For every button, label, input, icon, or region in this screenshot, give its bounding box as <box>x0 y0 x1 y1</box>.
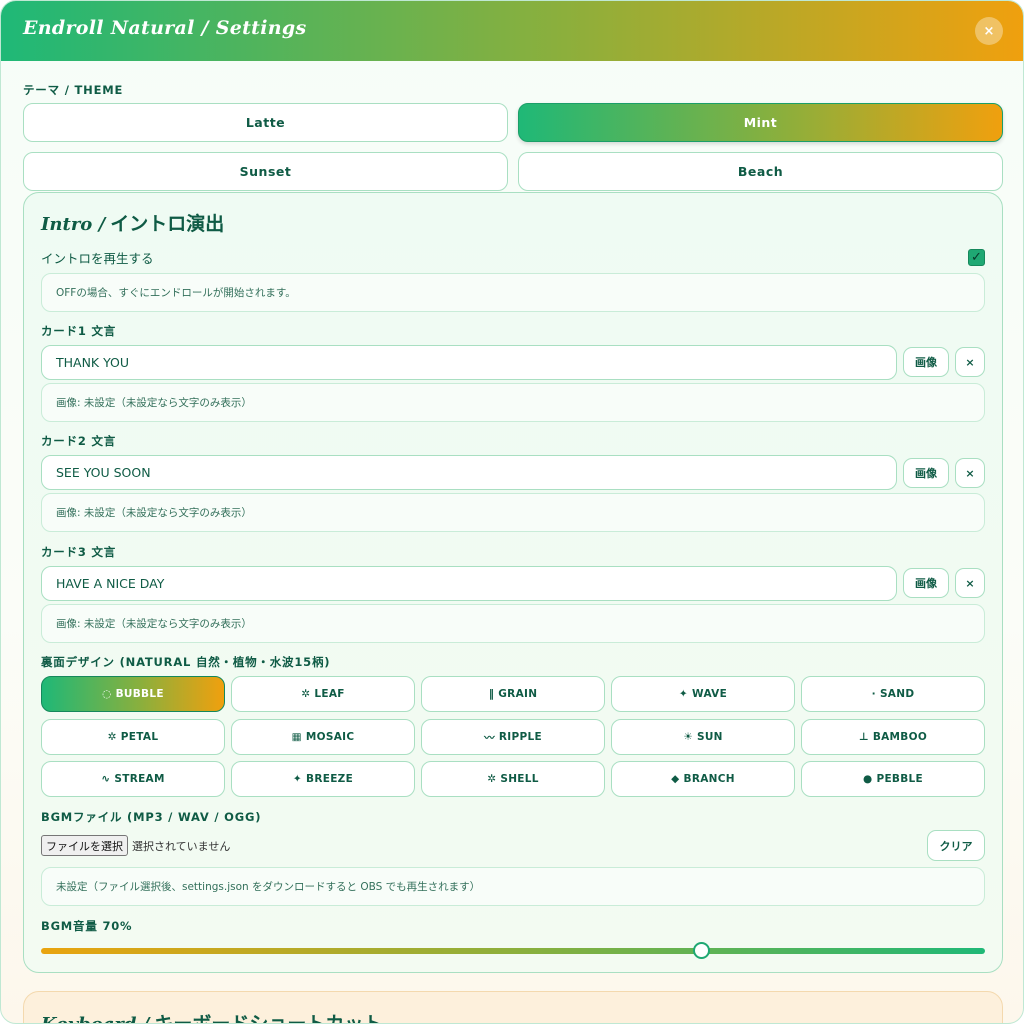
pattern-label: BUBBLE <box>115 688 164 700</box>
pattern-label: SUN <box>696 731 723 743</box>
keyboard-title-jp: キーボードショートカット <box>154 1013 383 1024</box>
close-button[interactable]: × <box>975 17 1003 45</box>
pattern-label: BRANCH <box>683 773 735 785</box>
window-title: Endroll Natural / Settings <box>23 17 307 39</box>
card3-label: カード3 文言 <box>41 545 117 559</box>
pattern-label: LEAF <box>314 688 345 700</box>
intro-title-jp: イントロ演出 <box>110 213 225 235</box>
pattern-label: BAMBOO <box>872 731 928 743</box>
leaf-icon: ✲ <box>301 688 311 700</box>
pattern-button-leaf[interactable]: ✲ LEAF <box>231 676 415 712</box>
pattern-button-grain[interactable]: ‖ GRAIN <box>421 676 605 712</box>
pattern-button-sun[interactable]: ☀ SUN <box>611 719 795 755</box>
pattern-label: STREAM <box>114 773 165 785</box>
pattern-label: RIPPLE <box>498 731 542 743</box>
bamboo-icon: ⊥ <box>858 731 869 743</box>
play-intro-label: イントロを再生する <box>41 251 154 266</box>
pattern-label: WAVE <box>692 688 728 700</box>
petal-icon: ✲ <box>107 731 117 743</box>
card3-clear-button[interactable]: × <box>955 568 985 598</box>
bgm-file-label: BGMファイル (MP3 / WAV / OGG) <box>41 810 262 824</box>
pattern-button-breeze[interactable]: ✦ BREEZE <box>231 761 415 797</box>
bgm-volume-label: BGM音量 70% <box>41 919 133 933</box>
pattern-button-wave[interactable]: ✦ WAVE <box>611 676 795 712</box>
pattern-label: PETAL <box>120 731 159 743</box>
pattern-button-sand[interactable]: · SAND <box>801 676 985 712</box>
sand-icon: · <box>871 688 876 700</box>
card1-image-button[interactable]: 画像 <box>903 347 949 377</box>
shell-icon: ✲ <box>487 773 497 785</box>
pattern-label: SAND <box>879 688 915 700</box>
theme-label: テーマ / THEME <box>23 83 124 97</box>
card2-text-input[interactable]: SEE YOU SOON <box>41 455 897 490</box>
card1-label: カード1 文言 <box>41 324 117 338</box>
bubble-icon: ◌ <box>102 688 112 700</box>
pattern-label: GRAIN <box>498 688 538 700</box>
pattern-button-mosaic[interactable]: ▦ MOSAIC <box>231 719 415 755</box>
bgm-hint: 未設定（ファイル選択後、settings.json をダウンロードすると OBS… <box>41 867 985 906</box>
pattern-button-branch[interactable]: ◆ BRANCH <box>611 761 795 797</box>
pattern-button-petal[interactable]: ✲ PETAL <box>41 719 225 755</box>
breeze-icon: ✦ <box>292 773 303 785</box>
sun-icon: ☀ <box>683 731 693 743</box>
pattern-button-bubble[interactable]: ◌ BUBBLE <box>41 676 225 712</box>
pattern-button-stream[interactable]: ∿ STREAM <box>41 761 225 797</box>
ripple-icon: 〰 <box>484 731 495 744</box>
card1-image-hint: 画像: 未設定（未設定なら文字のみ表示） <box>41 383 985 422</box>
theme-option-mint[interactable]: Mint <box>518 103 1003 142</box>
pattern-button-shell[interactable]: ✲ SHELL <box>421 761 605 797</box>
stream-icon: ∿ <box>101 773 111 785</box>
back-design-label: 裏面デザイン (NATURAL 自然・植物・水波15柄) <box>41 655 331 669</box>
intro-title-en: Intro / <box>41 214 106 235</box>
bgm-clear-button[interactable]: クリア <box>927 830 985 861</box>
wave-icon: ✦ <box>678 688 689 700</box>
pattern-button-pebble[interactable]: ● PEBBLE <box>801 761 985 797</box>
card2-label: カード2 文言 <box>41 434 117 448</box>
theme-option-latte[interactable]: Latte <box>23 103 508 142</box>
pebble-icon: ● <box>862 773 873 785</box>
bgm-volume-slider[interactable] <box>41 948 985 954</box>
pattern-label: PEBBLE <box>876 773 923 785</box>
card2-image-hint: 画像: 未設定（未設定なら文字のみ表示） <box>41 493 985 532</box>
pattern-button-bamboo[interactable]: ⊥ BAMBOO <box>801 719 985 755</box>
play-intro-checkbox[interactable]: ✓ <box>968 249 985 266</box>
card2-image-button[interactable]: 画像 <box>903 458 949 488</box>
card2-clear-button[interactable]: × <box>955 458 985 488</box>
branch-icon: ◆ <box>671 773 680 785</box>
file-status-text: 選択されていません <box>132 840 231 853</box>
card3-text-input[interactable]: HAVE A NICE DAY <box>41 566 897 601</box>
theme-option-beach[interactable]: Beach <box>518 152 1003 191</box>
grain-icon: ‖ <box>488 688 495 700</box>
mosaic-icon: ▦ <box>291 731 302 743</box>
card3-image-hint: 画像: 未設定（未設定なら文字のみ表示） <box>41 604 985 643</box>
keyboard-section-title: Keyboard / キーボードショートカット <box>41 1009 383 1024</box>
pattern-label: MOSAIC <box>305 731 355 743</box>
choose-file-button[interactable]: ファイルを選択 <box>41 835 128 856</box>
title-bar: Endroll Natural / Settings × <box>1 1 1023 61</box>
pattern-button-ripple[interactable]: 〰 RIPPLE <box>421 719 605 755</box>
card1-text-input[interactable]: THANK YOU <box>41 345 897 380</box>
card3-image-button[interactable]: 画像 <box>903 568 949 598</box>
pattern-label: BREEZE <box>306 773 354 785</box>
card1-clear-button[interactable]: × <box>955 347 985 377</box>
intro-section-title: Intro / イントロ演出 <box>41 209 224 236</box>
play-intro-hint: OFFの場合、すぐにエンドロールが開始されます。 <box>41 273 985 312</box>
keyboard-title-en: Keyboard / <box>41 1014 149 1023</box>
pattern-label: SHELL <box>500 773 539 785</box>
settings-window: Endroll Natural / Settings × テーマ / THEME… <box>0 0 1024 1024</box>
theme-option-sunset[interactable]: Sunset <box>23 152 508 191</box>
